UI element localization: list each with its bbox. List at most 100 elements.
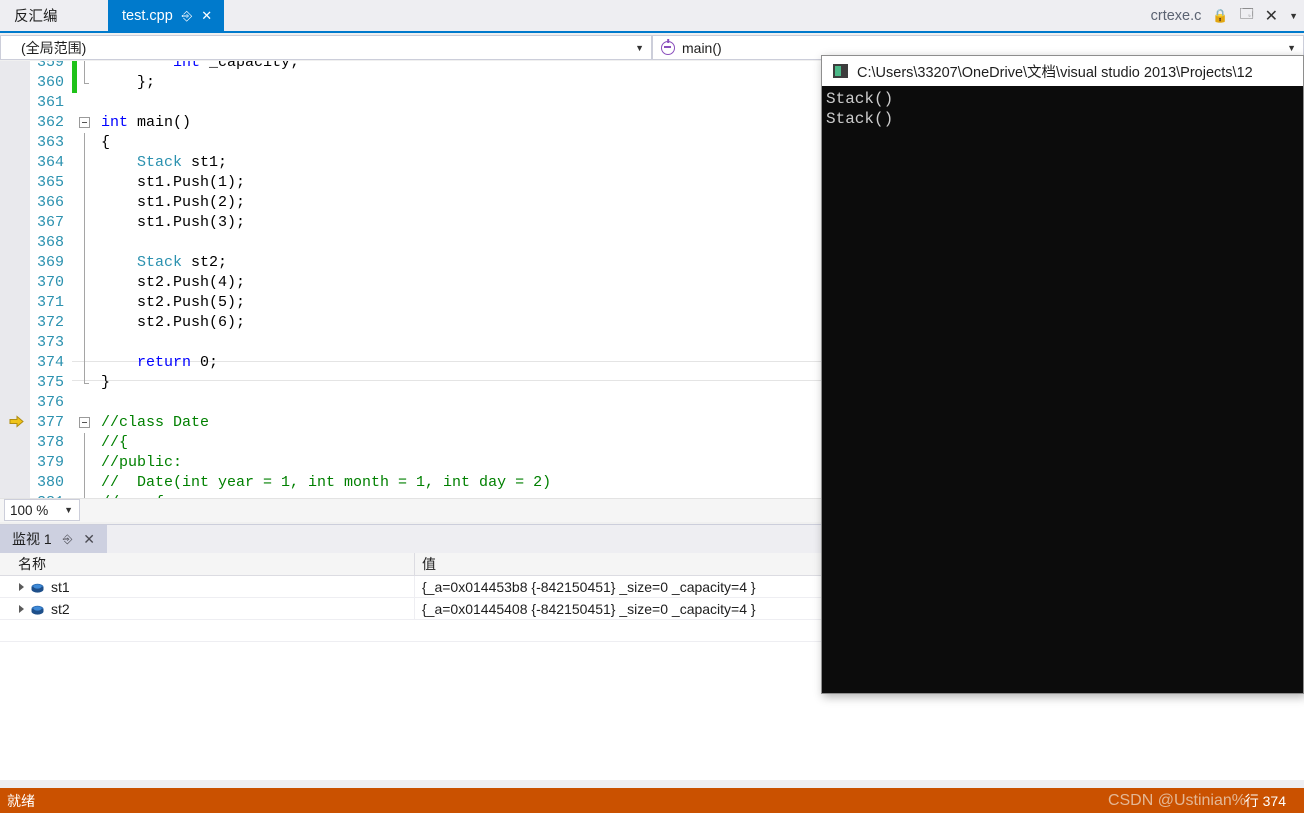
- chevron-down-icon[interactable]: ▼: [1287, 43, 1296, 53]
- fold-column: [77, 173, 99, 193]
- member-label: main(): [682, 39, 722, 56]
- tab-watch-1[interactable]: 监视 1 ⎆ ✕: [0, 525, 108, 553]
- chevron-down-icon[interactable]: ▼: [635, 43, 644, 53]
- fold-collapse-icon[interactable]: [79, 417, 90, 428]
- chevron-down-icon[interactable]: ▼: [1289, 11, 1298, 21]
- console-title-bar[interactable]: C:\Users\33207\OneDrive\文档\visual studio…: [822, 56, 1303, 86]
- fold-guide: [84, 213, 85, 233]
- fold-column: [77, 153, 99, 173]
- fold-guide: [84, 173, 85, 193]
- line-number: 360: [36, 74, 64, 91]
- line-number: 371: [36, 294, 64, 311]
- scope-dropdown[interactable]: (全局范围) ▼: [0, 35, 652, 60]
- zoom-level-label: 100 %: [10, 502, 49, 518]
- console-line: Stack(): [826, 90, 894, 108]
- fold-column: [77, 213, 99, 233]
- expander-triangle-icon[interactable]: [19, 604, 24, 613]
- fold-column: [77, 373, 99, 393]
- console-window[interactable]: C:\Users\33207\OneDrive\文档\visual studio…: [821, 55, 1304, 694]
- watch-variable-name: st2: [51, 600, 70, 617]
- console-app-icon: [833, 64, 848, 78]
- fold-column: [77, 61, 99, 73]
- fold-column: [77, 453, 99, 473]
- fold-guide: [84, 453, 85, 473]
- line-number: 365: [36, 174, 64, 191]
- fold-guide: [84, 333, 85, 353]
- line-number: 370: [36, 274, 64, 291]
- console-line: Stack(): [826, 110, 894, 128]
- close-icon[interactable]: ✕: [201, 9, 212, 22]
- line-number: 368: [36, 234, 64, 251]
- line-number: 376: [36, 394, 64, 411]
- fold-guide: [84, 313, 85, 333]
- tab-test-cpp-label: test.cpp: [122, 7, 173, 24]
- zoom-level-dropdown[interactable]: 100 % ▼: [4, 499, 80, 521]
- object-icon: [31, 581, 44, 593]
- line-indicator: 行 374: [1244, 792, 1286, 809]
- lock-icon[interactable]: 🔒: [1212, 8, 1228, 24]
- fold-column: [77, 293, 99, 313]
- line-number: 377: [36, 414, 64, 431]
- fold-collapse-icon[interactable]: [79, 117, 90, 128]
- object-icon: [31, 603, 44, 615]
- chevron-down-icon[interactable]: ▼: [64, 505, 73, 515]
- fold-column: [77, 133, 99, 153]
- column-header-name[interactable]: 名称: [0, 553, 415, 575]
- line-number: 361: [36, 94, 64, 111]
- glyph-margin[interactable]: [0, 61, 30, 498]
- tab-disassembly[interactable]: 反汇编: [0, 0, 72, 31]
- fold-guide: [84, 133, 85, 153]
- visual-studio-window: 反汇编 test.cpp ⎆ ✕ crtexe.c 🔒 🗔 ✕ ▼ (全局范围)…: [0, 0, 1304, 813]
- watch-name-cell[interactable]: st2: [0, 598, 415, 619]
- fold-guide: [84, 233, 85, 253]
- fold-guide: [84, 253, 85, 273]
- restore-icon[interactable]: 🗔: [1240, 5, 1254, 27]
- fold-guide: [84, 293, 85, 313]
- watch-name-cell[interactable]: st1: [0, 576, 415, 597]
- status-text: 就绪: [7, 792, 35, 809]
- fold-guide: [84, 433, 85, 453]
- console-title-text: C:\Users\33207\OneDrive\文档\visual studio…: [857, 64, 1253, 81]
- line-number: 372: [36, 314, 64, 331]
- close-icon[interactable]: ✕: [83, 531, 95, 548]
- line-number: 366: [36, 194, 64, 211]
- fold-guide-end: [84, 373, 89, 384]
- fold-column: [77, 93, 99, 113]
- watermark: CSDN @Ustinian%: [1107, 791, 1246, 809]
- pin-icon[interactable]: ⎆: [182, 9, 192, 22]
- tab-test-cpp[interactable]: test.cpp ⎆ ✕: [108, 0, 225, 31]
- fold-column: [77, 353, 99, 373]
- line-number: 378: [36, 434, 64, 451]
- line-number: 373: [36, 334, 64, 351]
- fold-guide-end: [84, 73, 89, 84]
- expander-triangle-icon[interactable]: [19, 582, 24, 591]
- status-bar-gap: [0, 780, 1304, 788]
- scope-label: (全局范围): [21, 39, 87, 56]
- fold-column: [77, 313, 99, 333]
- method-icon: [661, 40, 675, 55]
- pin-icon[interactable]: ⎆: [63, 532, 73, 547]
- line-number: 379: [36, 454, 64, 471]
- fold-column: [77, 253, 99, 273]
- fold-column: [77, 393, 99, 413]
- fold-column[interactable]: [77, 113, 99, 133]
- line-number: 367: [36, 214, 64, 231]
- status-bar: 就绪 行 374 CSDN @Ustinian%: [0, 788, 1304, 813]
- fold-guide: [84, 273, 85, 293]
- fold-column[interactable]: [77, 413, 99, 433]
- watch-tab-label: 监视 1: [12, 531, 52, 547]
- console-output: Stack() Stack(): [822, 86, 1303, 693]
- tab-strip-right-controls: crtexe.c 🔒 🗔 ✕ ▼: [1151, 0, 1298, 31]
- line-number: 362: [36, 114, 64, 131]
- tab-disassembly-label: 反汇编: [14, 9, 58, 25]
- execution-pointer-icon: [9, 415, 24, 428]
- fold-column: [77, 233, 99, 253]
- fold-guide: [84, 353, 85, 373]
- close-icon[interactable]: ✕: [1265, 6, 1278, 26]
- fold-column: [77, 473, 99, 493]
- line-number: 375: [36, 374, 64, 391]
- line-number: 359: [36, 61, 64, 71]
- fold-column: [77, 273, 99, 293]
- fold-guide: [84, 61, 85, 73]
- line-number: 364: [36, 154, 64, 171]
